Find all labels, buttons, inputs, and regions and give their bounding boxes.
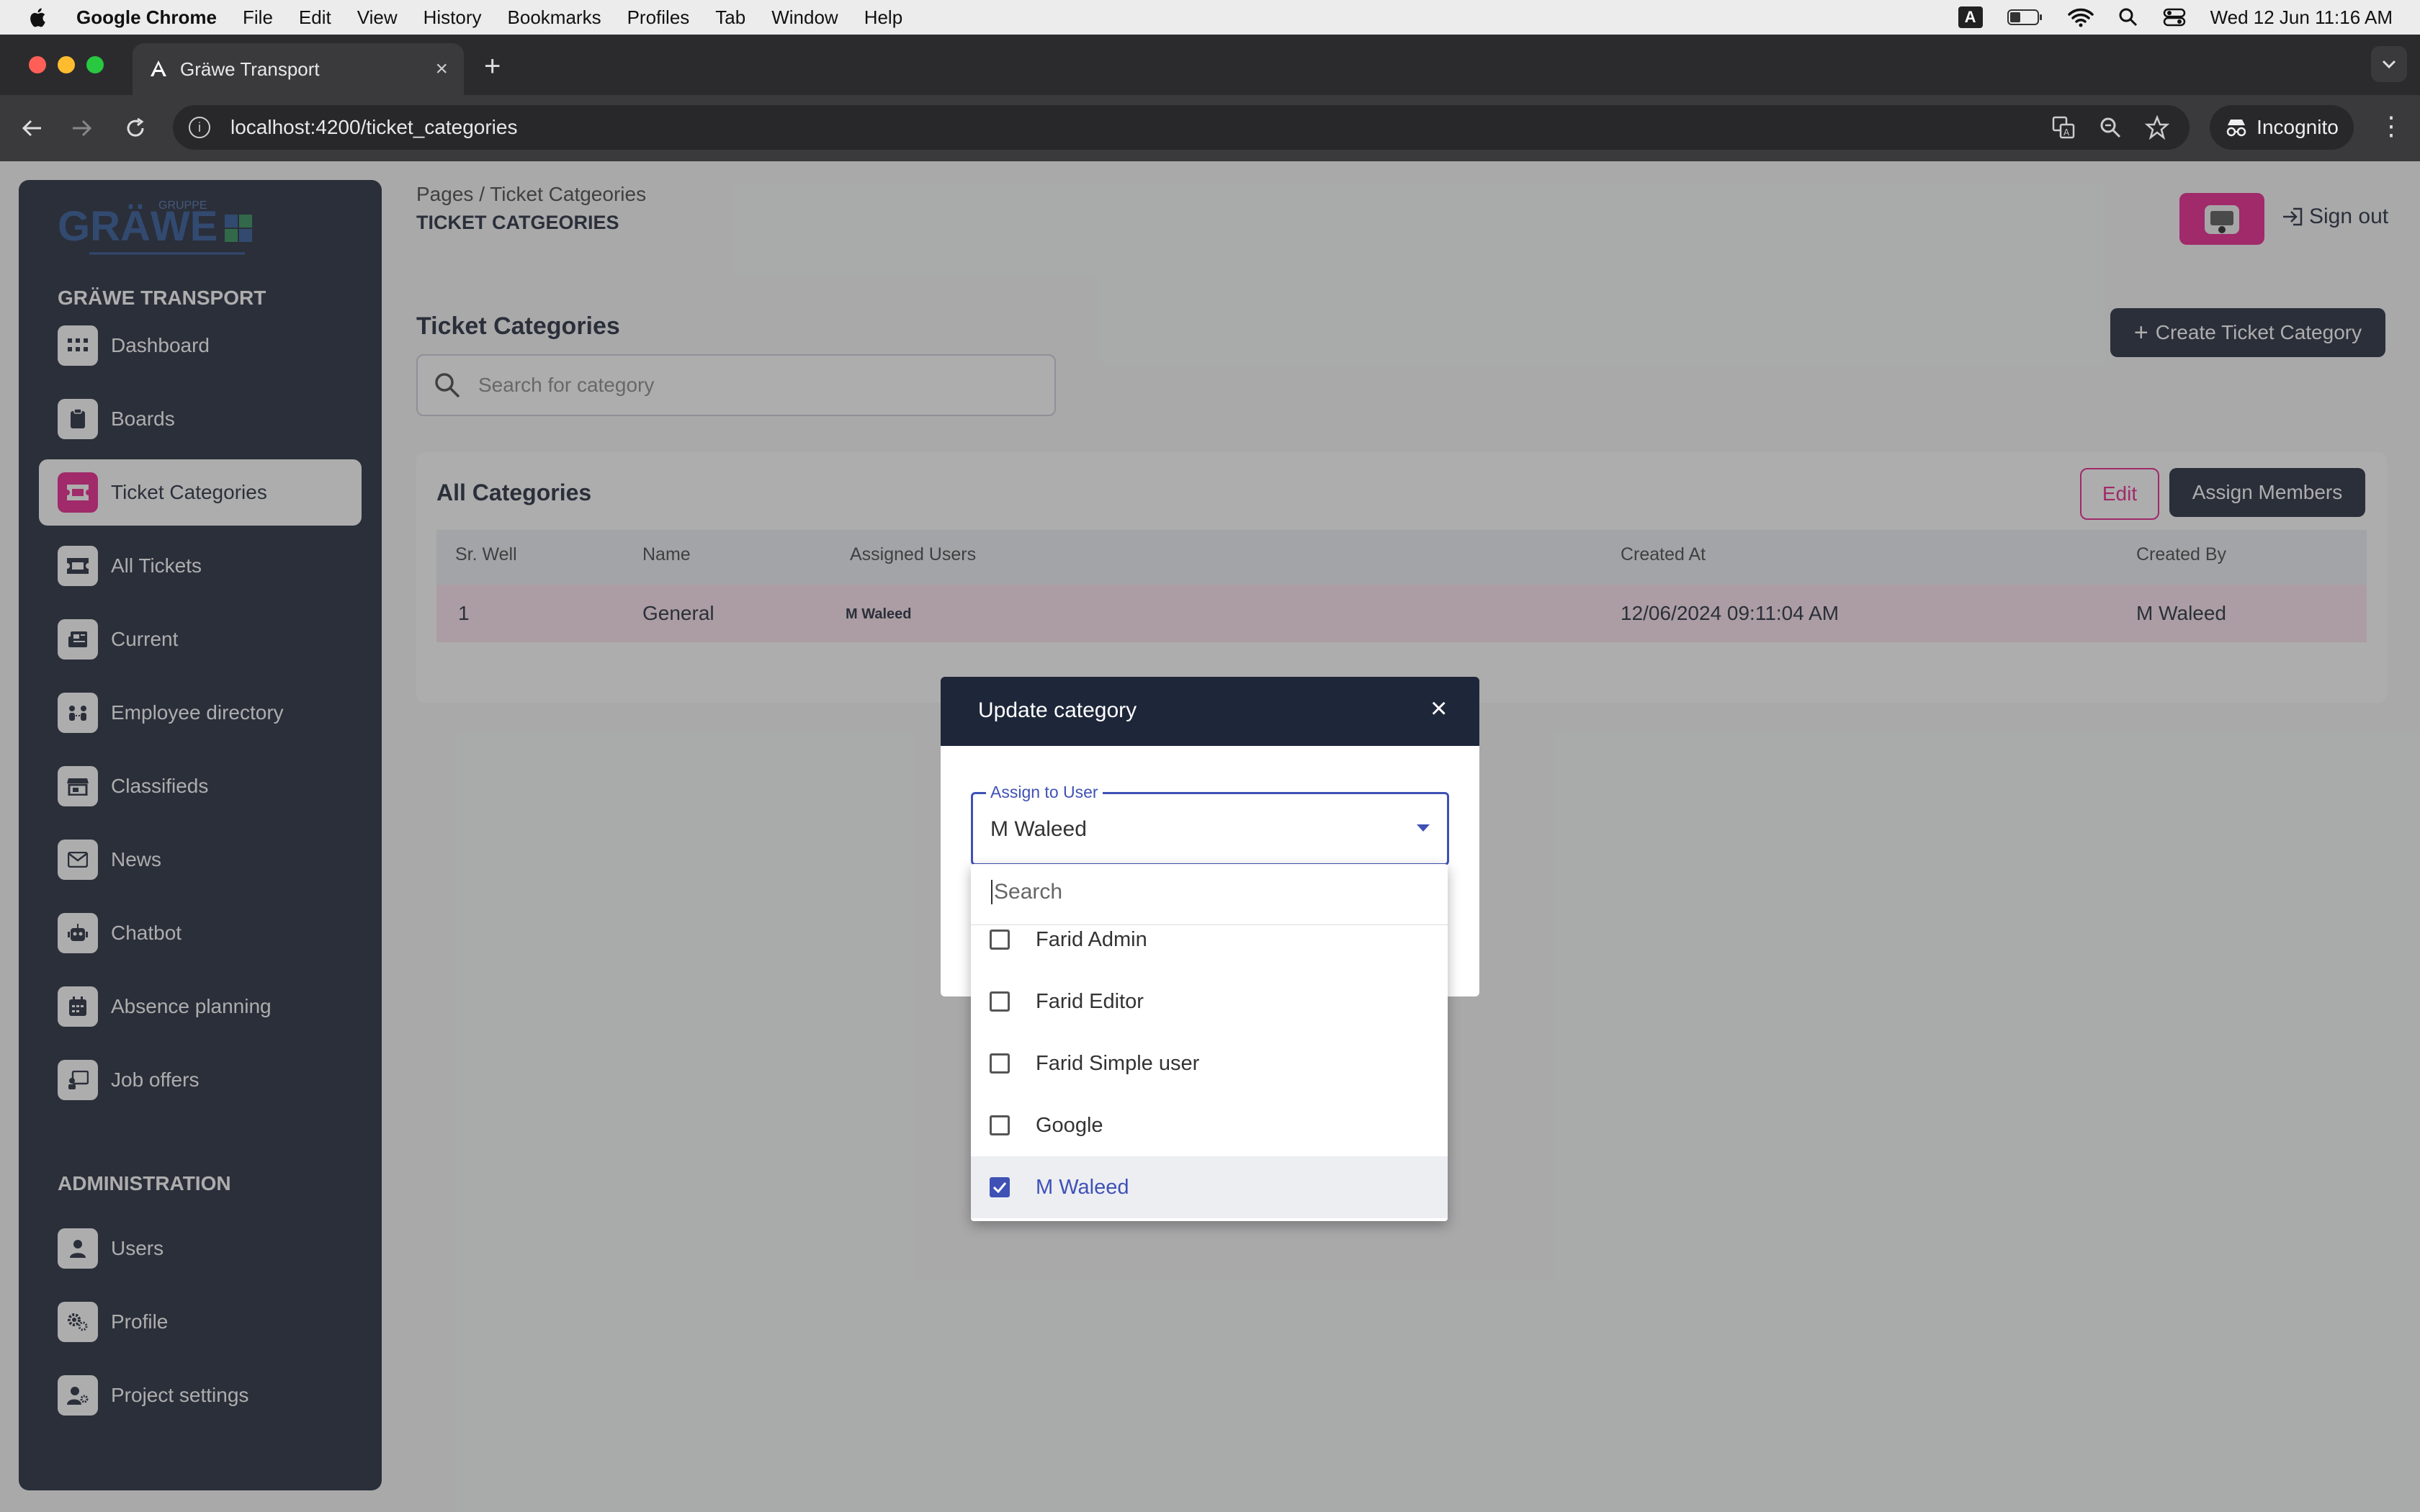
bookmark-star-icon[interactable]	[2145, 115, 2169, 140]
angular-favicon-icon	[151, 60, 166, 76]
site-info-icon[interactable]: i	[189, 117, 210, 138]
keyboard-input-icon[interactable]: A	[1958, 6, 1983, 28]
window-close-button[interactable]	[29, 56, 46, 73]
option-google[interactable]: Google	[971, 1094, 1448, 1156]
assign-user-select[interactable]: Assign to User M Waleed	[971, 783, 1449, 865]
new-tab-plus-icon[interactable]: +	[484, 50, 501, 83]
incognito-icon	[2226, 120, 2246, 137]
chrome-menu-icon[interactable]: ⋮	[2378, 111, 2404, 141]
menu-profiles[interactable]: Profiles	[627, 6, 690, 29]
macos-menubar: Google Chrome File Edit View History Boo…	[0, 0, 2420, 35]
assign-user-label: Assign to User	[986, 783, 1103, 802]
option-farid-admin[interactable]: Farid Admin	[971, 909, 1448, 971]
user-options-dropdown: Search Farid Admin Farid Editor Farid Si…	[971, 864, 1448, 1221]
menu-bookmarks[interactable]: Bookmarks	[508, 6, 601, 29]
menu-app-name[interactable]: Google Chrome	[76, 6, 217, 29]
forward-arrow-icon[interactable]	[65, 111, 99, 145]
dropdown-search-placeholder: Search	[991, 880, 1062, 904]
option-label: Farid Admin	[1036, 927, 1147, 951]
option-label: Farid Simple user	[1036, 1051, 1200, 1075]
incognito-indicator[interactable]: Incognito	[2210, 105, 2354, 150]
zoom-icon[interactable]	[2099, 116, 2122, 139]
option-farid-simple-user[interactable]: Farid Simple user	[971, 1032, 1448, 1094]
menu-help[interactable]: Help	[864, 6, 902, 29]
wifi-icon[interactable]	[2067, 7, 2094, 27]
window-minimize-button[interactable]	[58, 56, 75, 73]
option-m-waleed[interactable]: M Waleed	[971, 1156, 1448, 1218]
menubar-clock[interactable]: Wed 12 Jun 11:16 AM	[2210, 6, 2393, 29]
tab-search-chevron-icon[interactable]	[2371, 46, 2407, 82]
incognito-label: Incognito	[2257, 116, 2339, 138]
menu-history[interactable]: History	[424, 6, 482, 29]
chevron-down-icon	[1417, 824, 1430, 832]
tab-title: Gräwe Transport	[180, 58, 320, 80]
checkbox-checked[interactable]	[990, 1177, 1010, 1197]
menu-file[interactable]: File	[243, 6, 273, 29]
menu-view[interactable]: View	[357, 6, 398, 29]
address-bar[interactable]: i localhost:4200/ticket_categories A	[173, 105, 2190, 150]
checkbox[interactable]	[990, 1053, 1010, 1074]
menu-tab[interactable]: Tab	[715, 6, 745, 29]
checkbox[interactable]	[990, 991, 1010, 1012]
option-farid-editor[interactable]: Farid Editor	[971, 971, 1448, 1032]
dialog-title: Update category	[978, 698, 1137, 722]
translate-icon[interactable]: A	[2051, 115, 2076, 140]
battery-icon[interactable]	[2007, 9, 2043, 26]
option-label: Google	[1036, 1113, 1103, 1137]
option-label: Farid Editor	[1036, 989, 1144, 1013]
assign-user-value: M Waleed	[990, 817, 1087, 841]
control-center-icon[interactable]	[2163, 7, 2186, 27]
svg-text:A: A	[2063, 127, 2070, 138]
browser-tab[interactable]: Gräwe Transport ×	[133, 43, 464, 95]
back-arrow-icon[interactable]	[14, 111, 49, 145]
checkbox[interactable]	[990, 930, 1010, 950]
option-label: M Waleed	[1036, 1175, 1129, 1199]
url-text[interactable]: localhost:4200/ticket_categories	[230, 116, 517, 139]
close-icon[interactable]: ×	[1430, 693, 1447, 725]
spotlight-search-icon[interactable]	[2118, 7, 2138, 27]
menu-edit[interactable]: Edit	[299, 6, 331, 29]
tab-close-icon[interactable]: ×	[435, 57, 448, 81]
checkmark-icon	[992, 1182, 1007, 1193]
apple-logo-icon[interactable]	[27, 6, 48, 28]
checkbox[interactable]	[990, 1115, 1010, 1135]
menu-window[interactable]: Window	[771, 6, 838, 29]
reload-icon[interactable]	[118, 111, 153, 145]
window-zoom-button[interactable]	[86, 56, 104, 73]
